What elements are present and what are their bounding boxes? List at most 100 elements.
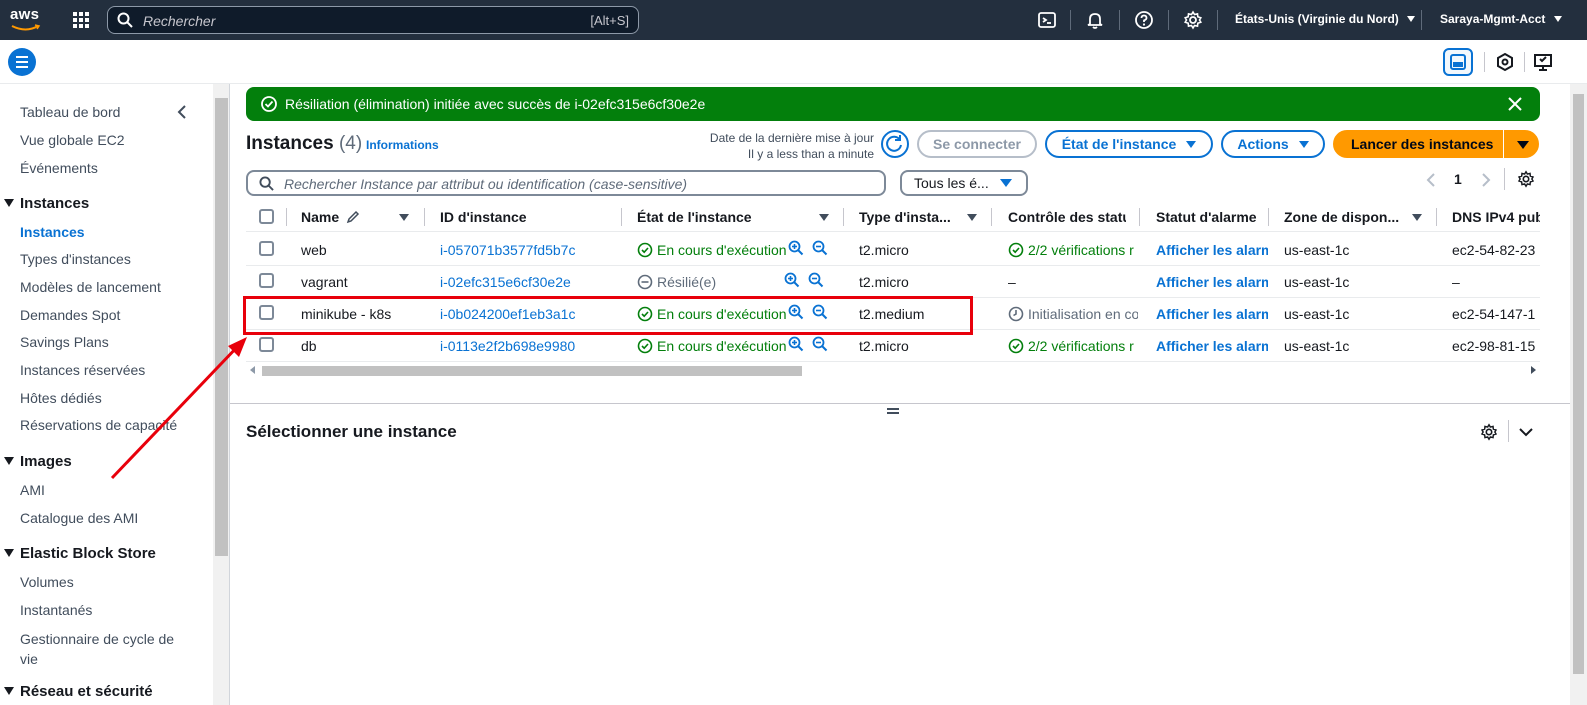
- sidebar-item-snapshots[interactable]: Instantanés: [20, 602, 92, 618]
- title-text: Instances: [246, 133, 334, 154]
- connect-button[interactable]: Se connecter: [917, 130, 1037, 158]
- sidebar-item-events[interactable]: Événements: [20, 160, 98, 176]
- select-all-checkbox[interactable]: [259, 209, 274, 224]
- caret-down-icon: [1407, 16, 1416, 22]
- sidebar-item-launch-templates[interactable]: Modèles de lancement: [20, 279, 161, 295]
- gear-icon[interactable]: [1517, 170, 1535, 188]
- sidebar-item-instances[interactable]: Instances: [20, 224, 85, 240]
- instance-id-link[interactable]: i-057071b3577fd5b7c: [440, 242, 575, 258]
- column-divider: [424, 208, 425, 226]
- chevron-left-icon[interactable]: [1425, 172, 1437, 188]
- sort-caret-icon[interactable]: [819, 214, 829, 221]
- zoom-out-icon[interactable]: [812, 336, 828, 352]
- side-navigation-toggle[interactable]: [8, 48, 36, 76]
- zoom-in-icon[interactable]: [784, 272, 800, 288]
- info-link[interactable]: Informations: [366, 138, 439, 152]
- search-placeholder: Rechercher Instance par attribut ou iden…: [284, 176, 688, 192]
- close-icon[interactable]: [1508, 97, 1522, 111]
- page-number[interactable]: 1: [1454, 171, 1462, 187]
- sidebar-item-dedicated-hosts[interactable]: Hôtes dédiés: [20, 390, 102, 406]
- check-text: 2/2 vérifications r: [1028, 242, 1134, 258]
- sidebar-item-global-view[interactable]: Vue globale EC2: [20, 132, 125, 148]
- table-row[interactable]: vagrant i-02efc315e6cf30e2e Résilié(e) t2.m…: [246, 266, 1540, 298]
- alarm-link[interactable]: Afficher les alarm: [1156, 338, 1268, 354]
- region-selector[interactable]: États-Unis (Virginie du Nord): [1235, 12, 1416, 26]
- sidebar-item-ami[interactable]: AMI: [20, 482, 45, 498]
- column-header-public-dns[interactable]: DNS IPv4 pub: [1452, 209, 1540, 225]
- column-header-alarm-status[interactable]: Statut d'alarme: [1156, 209, 1270, 225]
- gear-icon[interactable]: [1183, 10, 1203, 30]
- table-row[interactable]: web i-057071b3577fd5b7c En cours d'exécuti…: [246, 234, 1540, 266]
- global-search-input[interactable]: Rechercher [Alt+S]: [107, 6, 639, 34]
- instance-search-input[interactable]: Rechercher Instance par attribut ou iden…: [246, 170, 886, 196]
- instance-name: db: [301, 338, 317, 354]
- column-header-instance-type[interactable]: Type d'insta...: [859, 209, 959, 225]
- zoom-out-icon[interactable]: [808, 272, 824, 288]
- scroll-right-icon[interactable]: [1531, 366, 1536, 374]
- alarm-link[interactable]: Afficher les alarm: [1156, 306, 1268, 322]
- instance-id-link[interactable]: i-02efc315e6cf30e2e: [440, 274, 571, 290]
- zoom-in-icon[interactable]: [788, 336, 804, 352]
- page-scrollbar[interactable]: [1570, 84, 1587, 705]
- toolbar-divider: [1484, 52, 1485, 72]
- actions-button[interactable]: Actions: [1221, 130, 1325, 158]
- row-checkbox[interactable]: [259, 337, 274, 352]
- sidebar-section-ebs[interactable]: Elastic Block Store: [4, 545, 156, 562]
- sidebar-item-instance-types[interactable]: Types d'instances: [20, 251, 131, 267]
- chevron-right-icon[interactable]: [1480, 172, 1492, 188]
- aws-logo[interactable]: aws: [10, 6, 44, 34]
- split-panel-toggle[interactable]: [1443, 48, 1473, 76]
- cloud-shell-hex-icon[interactable]: [1490, 48, 1520, 76]
- sort-caret-icon[interactable]: [967, 214, 977, 221]
- sidebar-item-dashboard[interactable]: Tableau de bord: [20, 104, 120, 120]
- row-checkbox[interactable]: [259, 241, 274, 256]
- chevron-down-icon[interactable]: [1518, 425, 1534, 439]
- table-horizontal-scrollbar[interactable]: [246, 362, 1540, 378]
- sort-caret-icon[interactable]: [399, 214, 409, 221]
- scrollbar-thumb[interactable]: [262, 366, 802, 376]
- caret-down-icon: [4, 457, 14, 465]
- instance-state-button[interactable]: État de l'instance: [1045, 130, 1213, 158]
- screen-feedback-icon[interactable]: [1528, 48, 1558, 76]
- refresh-button[interactable]: [881, 130, 909, 158]
- panel-icon: [1450, 54, 1466, 70]
- help-icon[interactable]: [1134, 10, 1154, 30]
- column-header-availability-zone[interactable]: Zone de dispon...: [1284, 209, 1406, 225]
- resize-handle-icon[interactable]: [887, 408, 899, 414]
- alarm-link[interactable]: Afficher les alarm: [1156, 242, 1268, 258]
- column-header-status-check[interactable]: Contrôle des statu: [1008, 209, 1126, 225]
- zoom-out-icon[interactable]: [812, 240, 828, 256]
- column-header-instance-state[interactable]: État de l'instance: [637, 209, 752, 225]
- row-checkbox[interactable]: [259, 273, 274, 288]
- sort-caret-icon[interactable]: [1412, 214, 1422, 221]
- sidebar-item-volumes[interactable]: Volumes: [20, 574, 74, 590]
- account-menu[interactable]: Saraya-Mgmt-Acct: [1440, 12, 1562, 26]
- sidebar-item-savings-plans[interactable]: Savings Plans: [20, 334, 109, 350]
- column-header-name[interactable]: Name: [301, 209, 391, 225]
- launch-instances-button[interactable]: Lancer des instances: [1333, 130, 1539, 158]
- highlight-annotation-box: [243, 296, 973, 335]
- collapse-sidebar-icon[interactable]: [176, 104, 188, 120]
- sidebar-section-images[interactable]: Images: [4, 453, 72, 470]
- aws-logo-text: aws: [10, 6, 40, 23]
- caret-down-icon: [1298, 141, 1309, 148]
- status-check-icon: [1008, 338, 1024, 354]
- split-panel-divider[interactable]: [230, 403, 1570, 404]
- bell-icon[interactable]: [1085, 10, 1105, 30]
- caret-down-icon[interactable]: [1517, 141, 1529, 149]
- gear-icon[interactable]: [1480, 423, 1498, 441]
- zoom-in-icon[interactable]: [788, 240, 804, 256]
- sidebar-section-network-security[interactable]: Réseau et sécurité: [4, 683, 153, 700]
- instance-id-link[interactable]: i-0113e2f2b698e9980: [440, 338, 575, 354]
- state-filter-select[interactable]: Tous les é...: [900, 170, 1028, 196]
- sidebar-section-instances[interactable]: Instances: [4, 195, 89, 212]
- column-header-instance-id[interactable]: ID d'instance: [440, 209, 527, 225]
- sidebar-item-spot-requests[interactable]: Demandes Spot: [20, 307, 120, 323]
- alarm-link[interactable]: Afficher les alarm: [1156, 274, 1268, 290]
- cloudshell-icon[interactable]: [1037, 10, 1057, 30]
- sidebar-item-ami-catalog[interactable]: Catalogue des AMI: [20, 510, 138, 526]
- scrollbar-thumb[interactable]: [1573, 94, 1584, 674]
- status-check-icon: [637, 242, 653, 258]
- services-grid-icon[interactable]: [72, 11, 90, 29]
- sidebar-item-lifecycle-manager[interactable]: Gestionnaire de cycle de vie: [20, 629, 180, 669]
